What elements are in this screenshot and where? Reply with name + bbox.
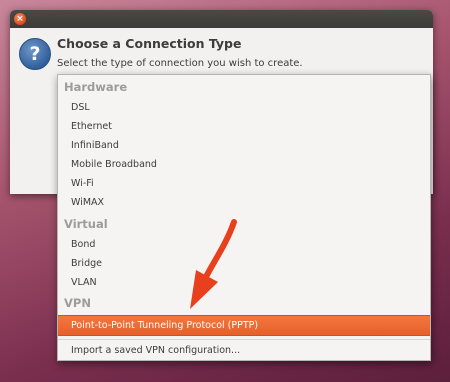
pointer-arrow-icon	[190, 219, 237, 309]
